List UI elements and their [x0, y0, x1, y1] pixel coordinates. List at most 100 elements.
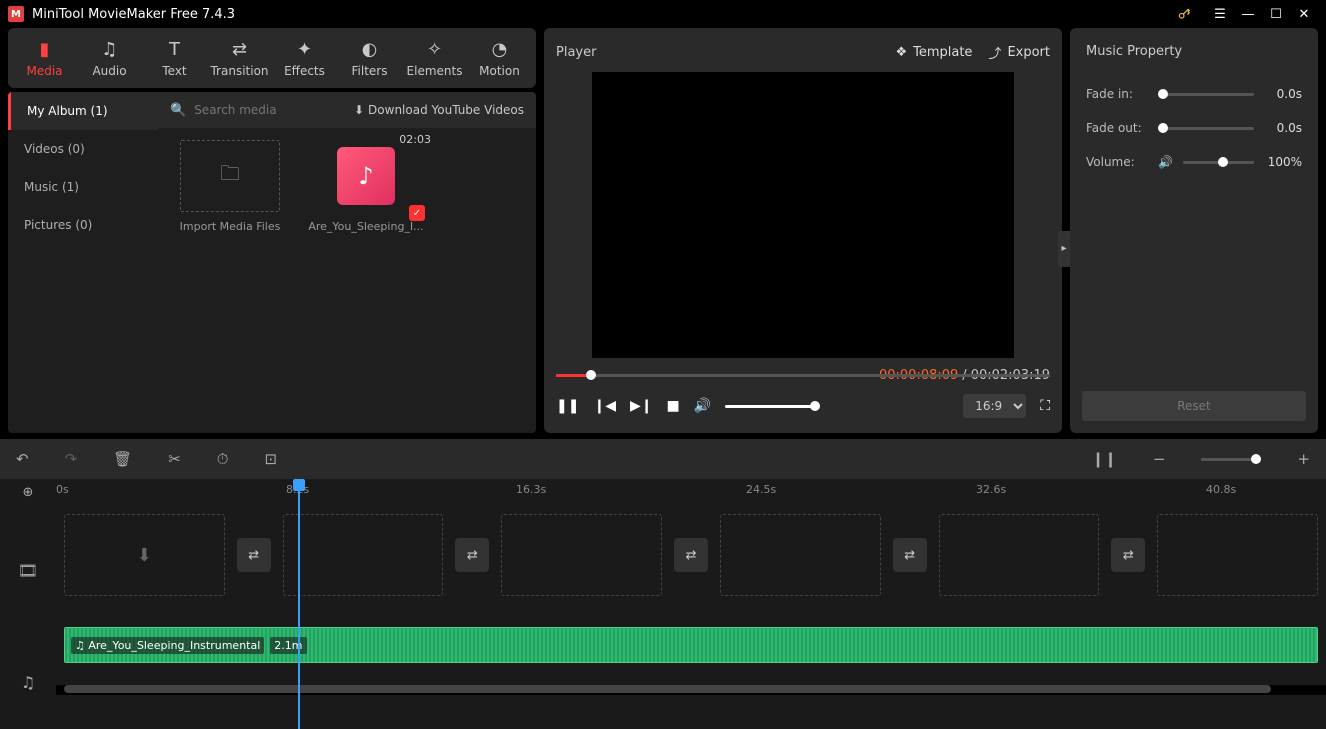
transition-slot[interactable]: ⇄ [1111, 538, 1145, 572]
app-title: MiniTool MovieMaker Free 7.4.3 [32, 7, 235, 22]
delete-button[interactable]: 🗑 [113, 450, 132, 468]
filter-icon: ◐ [362, 39, 378, 60]
sidebar-item-myalbum[interactable]: My Album (1) [8, 92, 158, 130]
video-track-icon: 🎞 [0, 505, 56, 637]
video-slot[interactable] [283, 514, 444, 596]
tab-media[interactable]: ▮Media [12, 28, 77, 88]
tab-elements[interactable]: ✧Elements [402, 28, 467, 88]
music-icon: ♫ [101, 39, 117, 60]
minimize-button[interactable]: — [1234, 0, 1262, 28]
aspect-select[interactable]: 16:9 [963, 394, 1026, 418]
close-button[interactable]: ✕ [1290, 0, 1318, 28]
video-track[interactable]: ⬇ ⇄ ⇄ ⇄ ⇄ ⇄ [56, 505, 1326, 605]
add-track-button[interactable]: ⊕ [0, 479, 56, 505]
export-button[interactable]: ⤴Export [988, 43, 1050, 62]
swap-icon: ⇄ [232, 39, 247, 60]
layers-icon: ❖ [895, 45, 907, 60]
clip-name: Are_You_Sleeping_I... [308, 220, 423, 233]
sidebar-item-pictures[interactable]: Pictures (0) [8, 206, 158, 244]
template-button[interactable]: ❖Template [895, 45, 972, 60]
seek-knob[interactable] [586, 370, 596, 380]
fade-out-label: Fade out: [1086, 121, 1148, 135]
reset-button[interactable]: Reset [1082, 391, 1306, 421]
download-icon: ⬇ [354, 103, 364, 117]
timeline-ruler[interactable]: 0s 8.2s 16.3s 24.5s 32.6s 40.8s [56, 479, 1326, 505]
undo-button[interactable]: ↶ [16, 450, 29, 468]
sidebar-item-videos[interactable]: Videos (0) [8, 130, 158, 168]
fullscreen-button[interactable]: ⛶ [1040, 398, 1050, 414]
import-label: Import Media Files [180, 220, 281, 233]
video-slot[interactable] [720, 514, 881, 596]
video-slot[interactable]: ⬇ [64, 514, 225, 596]
fade-in-slider[interactable] [1158, 93, 1254, 96]
video-preview [592, 72, 1014, 358]
redo-button[interactable]: ↷ [65, 450, 78, 468]
maximize-button[interactable]: ☐ [1262, 0, 1290, 28]
stop-button[interactable]: ■ [666, 398, 679, 414]
zoom-in-button[interactable]: + [1297, 450, 1310, 468]
zoom-slider[interactable] [1201, 458, 1261, 461]
video-slot[interactable] [1157, 514, 1318, 596]
pause-button[interactable]: ❚❚ [556, 398, 579, 414]
audio-clip-duration: 2.1m [270, 637, 306, 654]
folder-icon: ▮ [40, 39, 50, 60]
transition-slot[interactable]: ⇄ [893, 538, 927, 572]
import-media-button[interactable]: 🗀 Import Media Files [170, 140, 290, 233]
playhead[interactable] [298, 479, 300, 729]
player-title: Player [556, 45, 879, 60]
menu-icon[interactable]: ☰ [1206, 0, 1234, 28]
fade-out-value: 0.0s [1264, 121, 1302, 135]
audio-track[interactable]: ♫ Are_You_Sleeping_Instrumental 2.1m [56, 605, 1326, 685]
volume-icon[interactable]: 🔊 [694, 398, 711, 414]
volume-slider[interactable] [725, 405, 815, 408]
search-input[interactable] [194, 103, 346, 117]
tab-effects[interactable]: ✦Effects [272, 28, 337, 88]
audio-clip[interactable]: ♫ Are_You_Sleeping_Instrumental 2.1m [64, 627, 1318, 663]
key-icon[interactable] [1170, 0, 1198, 28]
tab-text[interactable]: TText [142, 28, 207, 88]
search-icon: 🔍 [170, 103, 186, 118]
export-icon: ⤴ [988, 43, 1001, 62]
video-slot[interactable] [939, 514, 1100, 596]
volume-label: Volume: [1086, 155, 1148, 169]
note-icon: ♪ [358, 162, 373, 190]
seek-bar[interactable] [556, 368, 1050, 382]
fade-in-value: 0.0s [1264, 87, 1302, 101]
zoom-out-button[interactable]: − [1153, 450, 1166, 468]
tab-transition[interactable]: ⇄Transition [207, 28, 272, 88]
transition-slot[interactable]: ⇄ [237, 538, 271, 572]
speaker-icon[interactable]: 🔊 [1158, 155, 1173, 169]
fade-out-slider[interactable] [1158, 127, 1254, 130]
clip-duration: 02:03 [399, 133, 431, 146]
main-tabs: ▮Media ♫Audio TText ⇄Transition ✦Effects… [8, 28, 536, 88]
fx-icon: ✦ [297, 39, 312, 60]
collapse-panel-button[interactable]: ▸ [1058, 231, 1070, 267]
tab-filters[interactable]: ◐Filters [337, 28, 402, 88]
check-icon: ✓ [409, 205, 425, 221]
volume-prop-slider[interactable] [1183, 161, 1254, 164]
timeline-scrollbar[interactable] [56, 685, 1326, 695]
cut-button[interactable]: ✂ [168, 450, 181, 468]
video-slot[interactable] [501, 514, 662, 596]
audio-track-icon: ♫ [0, 637, 56, 729]
media-clip[interactable]: ♪ 02:03 ✓ Are_You_Sleeping_I... [306, 140, 426, 233]
tab-audio[interactable]: ♫Audio [77, 28, 142, 88]
transition-slot[interactable]: ⇄ [455, 538, 489, 572]
crop-button[interactable]: ⊡ [264, 450, 277, 468]
app-logo-icon: M [8, 6, 24, 22]
folder-open-icon: 🗀 [220, 159, 240, 193]
prev-frame-button[interactable]: ❙◀ [593, 398, 616, 414]
volume-value: 100% [1264, 155, 1302, 169]
download-youtube-link[interactable]: ⬇Download YouTube Videos [354, 103, 524, 117]
sidebar-item-music[interactable]: Music (1) [8, 168, 158, 206]
text-icon: T [169, 39, 180, 60]
tab-motion[interactable]: ◔Motion [467, 28, 532, 88]
sparkle-icon: ✧ [427, 39, 442, 60]
motion-icon: ◔ [492, 39, 508, 60]
next-frame-button[interactable]: ▶❙ [630, 398, 653, 414]
speed-button[interactable]: ⏱ [217, 450, 229, 468]
fade-in-label: Fade in: [1086, 87, 1148, 101]
media-sidebar: My Album (1) Videos (0) Music (1) Pictur… [8, 92, 158, 433]
transition-slot[interactable]: ⇄ [674, 538, 708, 572]
snap-button[interactable]: ❙❙ [1092, 450, 1117, 468]
